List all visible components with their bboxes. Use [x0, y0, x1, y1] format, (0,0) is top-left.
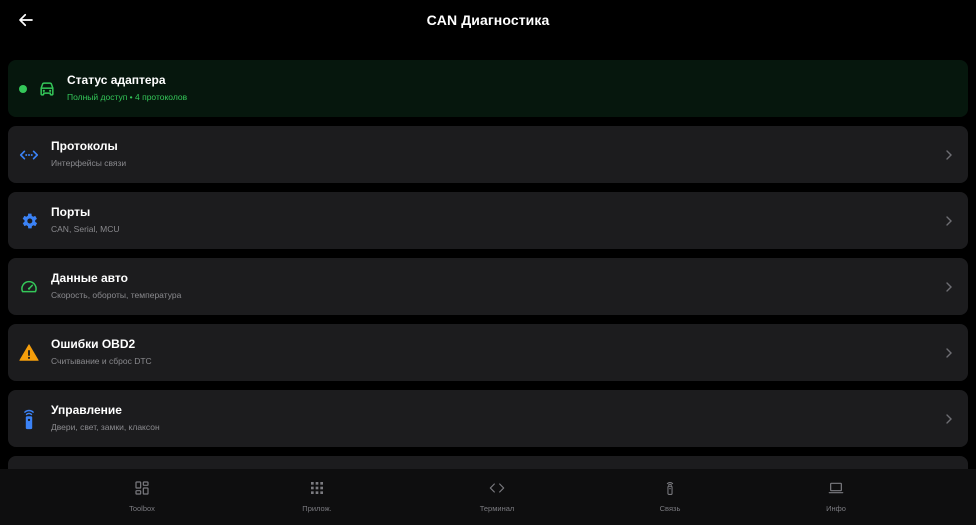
menu-item-title: Ошибки OBD2 [51, 337, 136, 351]
status-title: Статус адаптера [67, 73, 166, 87]
nav-label: Связь [659, 504, 681, 513]
status-subtitle: Полный доступ • 4 протоколов [67, 92, 188, 102]
menu-item-subtitle: Считывание и сброс DTC [51, 356, 152, 366]
adapter-status-card: Статус адаптера Полный доступ • 4 проток… [8, 60, 968, 117]
remote-icon [661, 479, 679, 497]
menu-item-text: Управление Двери, свет, замки, клаксон [51, 403, 160, 432]
gear-icon [17, 209, 41, 233]
code-arrows-icon [17, 143, 41, 167]
menu-item-text: Ошибки OBD2 Считывание и сброс DTC [51, 337, 152, 366]
chevron-right-icon [944, 281, 954, 293]
menu-item-title: Данные авто [51, 271, 128, 285]
menu-item-title: Управление [51, 403, 122, 417]
menu-item-text: Порты CAN, Serial, MCU [51, 205, 119, 234]
menu-list[interactable]: Статус адаптера Полный доступ • 4 проток… [8, 60, 968, 469]
status-text: Статус адаптера Полный доступ • 4 проток… [67, 73, 187, 102]
nav-item-toolbox[interactable]: Toolbox [82, 469, 202, 525]
nav-item-terminal[interactable]: Терминал [437, 469, 557, 525]
menu-item-subtitle: Скорость, обороты, температура [51, 290, 182, 300]
nav-label: Прилож. [302, 504, 332, 513]
status-indicator [19, 85, 27, 93]
app-root: CAN Диагностика Статус адаптера Полный д… [0, 0, 976, 525]
menu-item-obd2-errors[interactable]: Ошибки OBD2 Считывание и сброс DTC [8, 324, 968, 381]
laptop-icon [827, 479, 845, 497]
nav-label: Инфо [826, 504, 846, 513]
menu-item-text: Данные авто Скорость, обороты, температу… [51, 271, 181, 300]
top-bar: CAN Диагностика [0, 0, 976, 40]
nav-item-info[interactable]: Инфо [776, 469, 896, 525]
nav-item-apps[interactable]: Прилож. [257, 469, 377, 525]
chevron-right-icon [944, 149, 954, 161]
chevron-right-icon [944, 215, 954, 227]
nav-label: Терминал [479, 504, 515, 513]
remote-control-icon [17, 407, 41, 431]
menu-item-subtitle: Двери, свет, замки, клаксон [51, 422, 160, 432]
nav-label: Toolbox [129, 504, 155, 513]
car-icon [35, 77, 59, 101]
menu-item-subtitle: CAN, Serial, MCU [51, 224, 120, 234]
code-icon [488, 479, 506, 497]
nav-item-connection[interactable]: Связь [610, 469, 730, 525]
menu-item-text: Протоколы Интерфейсы связи [51, 139, 126, 168]
menu-item-ports[interactable]: Порты CAN, Serial, MCU [8, 192, 968, 249]
menu-item-car-data[interactable]: Данные авто Скорость, обороты, температу… [8, 258, 968, 315]
chevron-right-icon [944, 347, 954, 359]
menu-item-partial[interactable] [8, 456, 968, 469]
bottom-nav: Toolbox Прилож. Терминал Связь Инфо [0, 469, 976, 525]
chevron-right-icon [944, 413, 954, 425]
warning-icon [17, 341, 41, 365]
apps-grid-icon [308, 479, 326, 497]
menu-item-protocols[interactable]: Протоколы Интерфейсы связи [8, 126, 968, 183]
menu-item-title: Порты [51, 205, 91, 219]
menu-item-title: Протоколы [51, 139, 118, 153]
speedometer-icon [17, 275, 41, 299]
menu-item-subtitle: Интерфейсы связи [51, 158, 127, 168]
menu-item-control[interactable]: Управление Двери, свет, замки, клаксон [8, 390, 968, 447]
page-title: CAN Диагностика [426, 12, 550, 28]
dashboard-icon [133, 479, 151, 497]
